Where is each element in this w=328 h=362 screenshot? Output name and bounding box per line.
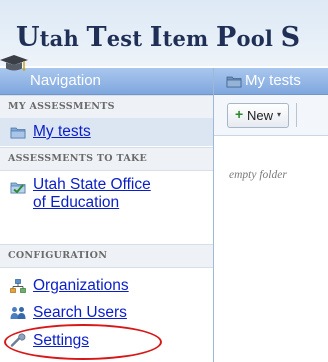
my-tests-tab-header: My tests (214, 68, 328, 95)
utah-state-office-link-line1[interactable]: Utah State Office (33, 176, 151, 193)
toolbar-divider (296, 103, 297, 127)
folder-icon (226, 76, 242, 88)
organization-tree-icon (10, 279, 26, 293)
empty-folder-message: empty folder (229, 169, 287, 181)
tab-title: My tests (245, 72, 301, 89)
nav-item-organizations[interactable]: Organizations (0, 273, 213, 299)
title-word: ool (236, 26, 281, 51)
section-label: CONFIGURATION (8, 250, 108, 261)
graduation-cap-icon (0, 55, 28, 71)
navigation-header: Navigation (0, 68, 213, 95)
section-configuration: CONFIGURATION (0, 244, 213, 268)
folder-icon (10, 127, 26, 139)
section-assessments-to-take: ASSESSMENTS TO TAKE (0, 147, 213, 171)
section-label: MY ASSESSMENTS (8, 101, 115, 112)
title-word: est (106, 26, 150, 51)
users-icon (10, 307, 26, 319)
plus-icon: + (235, 106, 244, 122)
app-banner: Utah Test Item Pool S (0, 0, 328, 66)
title-initial: P (215, 22, 237, 53)
title-initial: T (86, 22, 107, 53)
title-word: tah (39, 26, 87, 51)
nav-item-search-users[interactable]: Search Users (0, 300, 213, 326)
section-label: ASSESSMENTS TO TAKE (8, 153, 148, 164)
toolbar: + New ▾ (214, 95, 328, 136)
navigation-panel: Navigation MY ASSESSMENTS My tests ASSES… (0, 68, 214, 362)
organizations-link[interactable]: Organizations (33, 277, 129, 294)
title-initial: S (280, 22, 301, 53)
utah-state-office-link-line2[interactable]: of Education (33, 194, 119, 211)
site-title: Utah Test Item Pool S (16, 22, 300, 53)
new-button-label: New (247, 108, 274, 123)
nav-item-my-tests[interactable]: My tests (0, 118, 213, 146)
section-my-assessments: MY ASSESSMENTS (0, 95, 213, 119)
title-word: tem (162, 26, 216, 51)
my-tests-link[interactable]: My tests (33, 123, 91, 140)
settings-highlight-oval (4, 324, 162, 360)
chevron-down-icon: ▾ (277, 110, 282, 119)
state-folder-icon (10, 182, 26, 194)
main-panel: My tests + New ▾ empty folder (214, 68, 328, 362)
title-initial: U (16, 22, 40, 53)
search-users-link[interactable]: Search Users (33, 304, 127, 321)
nav-item-utah-state-office[interactable]: Utah State Office of Education (0, 170, 213, 228)
new-button[interactable]: + New ▾ (227, 103, 289, 128)
navigation-title: Navigation (30, 72, 101, 89)
title-initial: I (149, 22, 163, 53)
